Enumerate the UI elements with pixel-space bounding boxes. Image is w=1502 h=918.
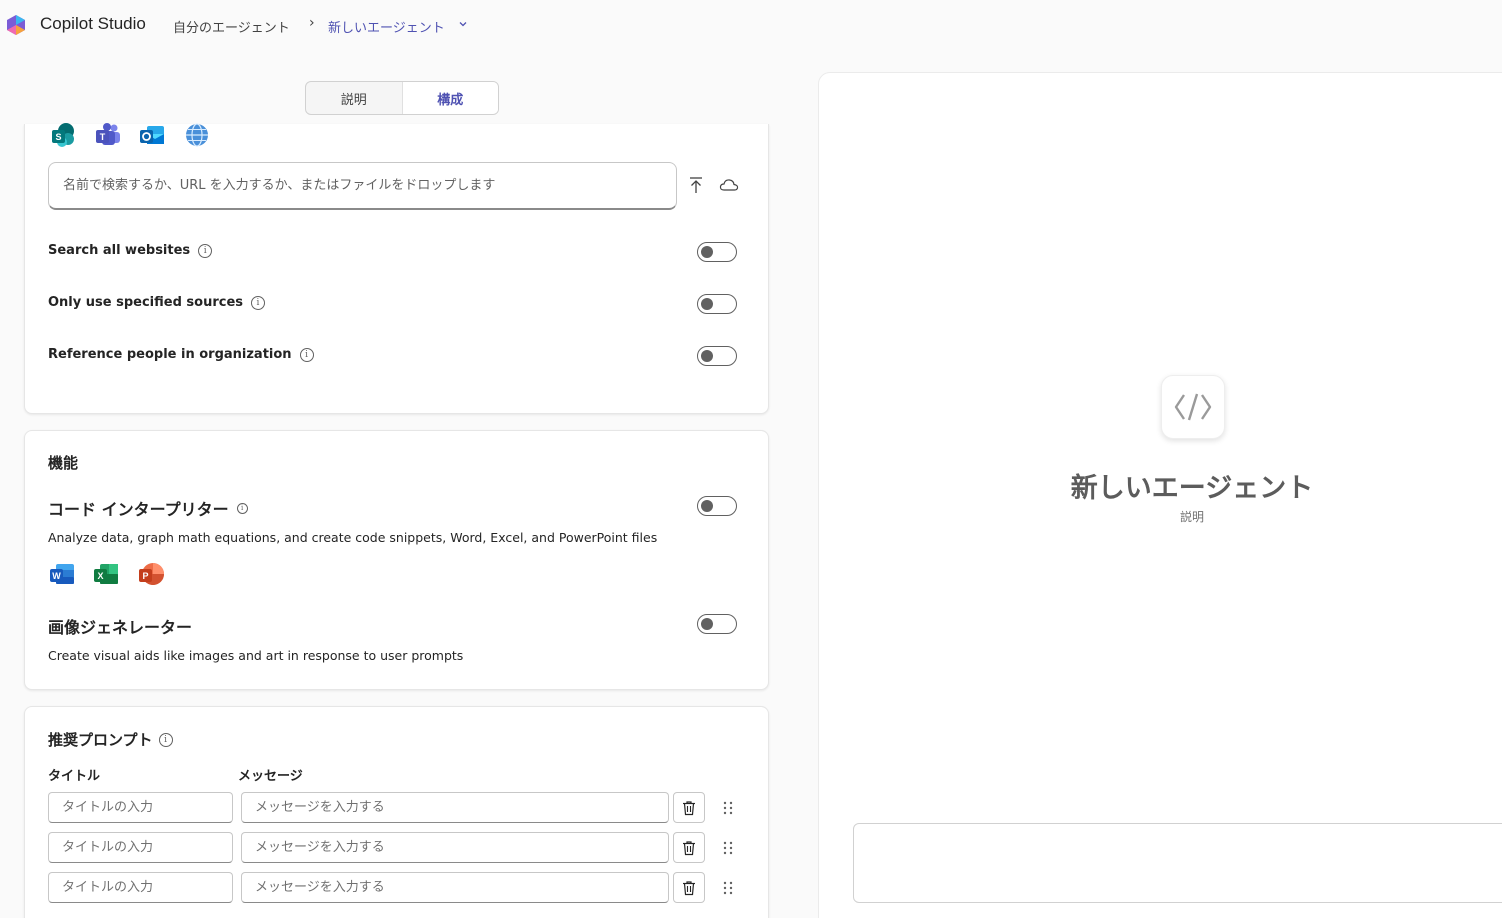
sharepoint-icon[interactable]: S — [50, 122, 76, 148]
top-bar: Copilot Studio 自分のエージェント › 新しいエージェント — [0, 0, 1502, 50]
trash-icon — [683, 880, 695, 895]
upload-icon[interactable] — [687, 176, 705, 194]
drag-handle-icon[interactable] — [722, 800, 734, 816]
word-icon: W — [50, 564, 74, 584]
preview-agent-name: 新しいエージェント — [1070, 473, 1314, 504]
delete-prompt-button[interactable] — [673, 872, 705, 903]
info-icon[interactable]: i — [236, 502, 248, 514]
drag-handle-icon[interactable] — [722, 880, 734, 896]
image-generator-text: 画像ジェネレーター — [48, 618, 193, 637]
capabilities-title: 機能 — [48, 454, 79, 472]
svg-text:P: P — [142, 571, 148, 581]
message-column-header: メッセージ — [238, 769, 303, 784]
info-icon[interactable]: i — [158, 732, 173, 747]
reference-people-toggle[interactable] — [697, 346, 737, 366]
reference-people-text: Reference people in organization — [48, 347, 292, 362]
svg-text:X: X — [97, 571, 103, 581]
search-all-websites-label: Search all websites i — [48, 243, 213, 258]
code-interpreter-text: コード インタープリター — [48, 500, 229, 519]
prompt-message-field[interactable] — [241, 872, 669, 903]
prompt-message-input[interactable] — [242, 833, 668, 862]
info-icon[interactable]: i — [198, 243, 213, 258]
code-brackets-icon — [1174, 393, 1212, 421]
web-globe-icon[interactable] — [184, 122, 210, 148]
svg-text:W: W — [52, 571, 61, 581]
prompt-title-field[interactable] — [48, 832, 233, 863]
chevron-down-icon[interactable] — [458, 19, 468, 29]
breadcrumb-current-agent[interactable]: 新しいエージェント — [328, 17, 445, 36]
knowledge-search-field[interactable] — [48, 162, 677, 210]
info-icon[interactable]: i — [299, 347, 314, 362]
drag-handle-icon[interactable] — [722, 840, 734, 856]
tab-description[interactable]: 説明 — [306, 82, 402, 114]
image-generator-description: Create visual aids like images and art i… — [48, 648, 464, 663]
prompt-title-input[interactable] — [49, 873, 232, 902]
prompt-message-input[interactable] — [242, 873, 668, 902]
copilot-studio-logo-icon — [7, 15, 25, 35]
code-interpreter-title: コード インタープリター i — [48, 496, 248, 520]
image-generator-toggle[interactable] — [697, 614, 737, 634]
search-all-websites-text: Search all websites — [48, 243, 191, 258]
search-all-websites-toggle[interactable] — [697, 242, 737, 262]
prompt-title-input[interactable] — [49, 833, 232, 862]
prompt-message-field[interactable] — [241, 832, 669, 863]
delete-prompt-button[interactable] — [673, 832, 705, 863]
powerpoint-icon: P — [139, 563, 164, 585]
only-specified-sources-label: Only use specified sources i — [48, 295, 265, 310]
cloud-icon[interactable] — [719, 177, 739, 193]
teams-icon[interactable]: T — [95, 122, 121, 148]
breadcrumb-separator: › — [309, 15, 315, 31]
image-generator-title: 画像ジェネレーター — [48, 614, 192, 638]
prompt-message-field[interactable] — [241, 792, 669, 823]
prompt-message-input[interactable] — [242, 793, 668, 822]
only-specified-sources-text: Only use specified sources — [48, 295, 243, 310]
knowledge-search-input[interactable] — [49, 163, 676, 208]
trash-icon — [683, 840, 695, 855]
delete-prompt-button[interactable] — [673, 792, 705, 823]
config-tabs: 説明 構成 — [305, 81, 499, 115]
preview-chat-input[interactable] — [853, 823, 1502, 903]
excel-icon: X — [94, 564, 118, 584]
svg-text:T: T — [100, 132, 106, 142]
preview-agent-description: 説明 — [1179, 510, 1204, 524]
svg-text:S: S — [55, 132, 61, 142]
agent-avatar — [1161, 375, 1225, 439]
breadcrumb-my-agents[interactable]: 自分のエージェント — [173, 17, 290, 36]
prompt-title-field[interactable] — [48, 872, 233, 903]
trash-icon — [683, 800, 695, 815]
suggested-prompts-title: 推奨プロンプト i — [48, 729, 173, 750]
only-specified-sources-toggle[interactable] — [697, 294, 737, 314]
title-column-header: タイトル — [48, 769, 101, 784]
info-icon[interactable]: i — [251, 295, 265, 310]
tab-configure[interactable]: 構成 — [401, 82, 498, 114]
app-title[interactable]: Copilot Studio — [40, 14, 146, 34]
prompt-title-input[interactable] — [49, 793, 232, 822]
suggested-prompts-text: 推奨プロンプト — [48, 731, 153, 749]
code-interpreter-description: Analyze data, graph math equations, and … — [48, 530, 658, 545]
prompt-title-field[interactable] — [48, 792, 233, 823]
outlook-icon[interactable] — [139, 122, 165, 148]
code-interpreter-toggle[interactable] — [697, 496, 737, 516]
reference-people-label: Reference people in organization i — [48, 347, 314, 362]
